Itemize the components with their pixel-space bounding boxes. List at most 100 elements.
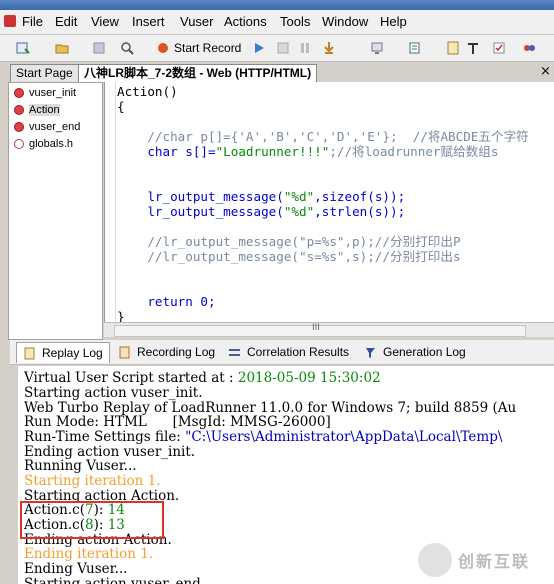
tab-script[interactable]: 八神LR脚本_7-2数组 - Web (HTTP/HTML) — [78, 64, 318, 82]
start-record-button[interactable]: Start Record — [156, 39, 241, 57]
monitor-button[interactable] — [370, 39, 384, 57]
generation-log-icon — [366, 347, 375, 358]
scrollbar-thumb[interactable] — [114, 325, 526, 337]
recording-log-icon — [119, 346, 130, 358]
transaction-icon — [409, 42, 420, 54]
new-script-button[interactable] — [16, 39, 30, 57]
tree-item-label: Action — [29, 104, 60, 116]
checkpoint-icon — [493, 42, 505, 54]
monitor-icon — [371, 42, 383, 54]
tab-recording-log[interactable]: Recording Log — [112, 342, 221, 362]
transaction-button[interactable] — [408, 39, 422, 57]
tab-label: Correlation Results — [247, 345, 350, 359]
tree-item-vuser-end[interactable]: vuser_end — [13, 119, 80, 135]
log-line: Run-Time Settings file: "C:\Users\Admini… — [24, 429, 502, 445]
open-button[interactable] — [55, 39, 69, 57]
menu-view[interactable]: View — [91, 14, 119, 29]
tab-correlation-results[interactable]: Correlation Results — [222, 342, 355, 362]
log-line: Ending iteration 1. — [24, 546, 154, 562]
menu-bar: File Edit View Insert Vuser Actions Tool… — [0, 10, 554, 35]
horizontal-scrollbar[interactable]: III — [104, 322, 554, 337]
close-tab-icon[interactable]: × — [540, 64, 551, 79]
code-string: "%d" — [283, 204, 315, 219]
save-button[interactable] — [92, 39, 106, 57]
tab-replay-log[interactable]: Replay Log — [16, 342, 110, 363]
log-text: Run-Time Settings file: — [24, 429, 186, 445]
menu-tools[interactable]: Tools — [280, 14, 310, 29]
pause-button[interactable] — [298, 39, 312, 57]
record-icon — [158, 43, 168, 53]
compare-icon — [524, 45, 535, 51]
find-button[interactable] — [120, 39, 134, 57]
action-icon — [14, 122, 24, 132]
code-punct: (s)); — [367, 189, 406, 204]
log-line: Starting iteration 1. — [24, 473, 161, 489]
tree-item-vuser-init[interactable]: vuser_init — [13, 85, 76, 101]
code-comment: ;//将loadrunner赋给数组s — [329, 144, 499, 159]
code-string: "%d" — [283, 189, 315, 204]
watermark: 创新互联 — [418, 540, 554, 580]
window-titlebar — [0, 0, 554, 10]
log-line: Virtual User Script started at : 2018-05… — [24, 370, 381, 386]
code-comment: //lr_output_message("p=%s",p);//分别打印出P — [147, 234, 461, 249]
code-comment: //lr_output_message("s=%s",s);//分别打印出s — [147, 249, 461, 264]
code-keyword: return — [147, 294, 193, 309]
menu-insert[interactable]: Insert — [132, 14, 165, 29]
watermark-text: 创新互联 — [458, 552, 531, 571]
log-text: Virtual User Script started at : — [24, 370, 238, 386]
tree-item-label: globals.h — [29, 138, 74, 150]
tab-generation-log[interactable]: Generation Log — [358, 342, 472, 362]
menu-vuser[interactable]: Vuser — [180, 14, 213, 29]
log-line: Run Mode: HTML [MsgId: MMSG-26000] — [24, 414, 331, 430]
parameter-icon — [447, 41, 459, 55]
code-line: Action() — [117, 84, 178, 99]
menu-window[interactable]: Window — [322, 14, 368, 29]
log-path: "C:\Users\Administrator\AppData\Local\Te… — [185, 429, 503, 445]
code-keyword: char s[]= — [147, 144, 216, 159]
menu-edit[interactable]: Edit — [55, 14, 77, 29]
tree-item-label: vuser_end — [29, 121, 81, 133]
editor-gutter — [105, 82, 116, 322]
log-line: Starting action vuser_end. — [24, 576, 206, 584]
run-button[interactable] — [252, 39, 266, 57]
menu-file[interactable]: File — [22, 14, 43, 29]
code-line: { — [117, 99, 125, 114]
code-function: lr_output_message( — [147, 189, 284, 204]
tree-item-globals[interactable]: globals.h — [13, 136, 73, 152]
code-line: } — [117, 309, 125, 322]
code-content: Action() { //char p[]={'A','B','C','D','… — [117, 84, 529, 322]
code-string: "Loadrunner!!!" — [215, 144, 330, 159]
parameter-button[interactable] — [446, 39, 460, 57]
tab-label: Replay Log — [42, 346, 103, 360]
step-button[interactable] — [322, 39, 336, 57]
output-tabs: Replay Log Recording Log Correlation Res… — [10, 340, 554, 365]
tree-item-action[interactable]: Action — [13, 102, 60, 118]
step-icon — [324, 42, 334, 54]
play-icon — [255, 43, 264, 53]
code-punct: 0; — [192, 294, 216, 309]
tab-label: Recording Log — [137, 345, 216, 359]
highlight-box — [20, 501, 164, 539]
compare-button[interactable] — [522, 39, 536, 57]
code-keyword: sizeof — [321, 189, 368, 204]
menu-help[interactable]: Help — [380, 14, 407, 29]
log-line: Ending Vuser... — [24, 561, 128, 577]
app-icon[interactable] — [4, 15, 16, 27]
log-timestamp: 2018-05-09 15:30:02 — [237, 370, 381, 386]
correlation-icon — [229, 348, 240, 356]
scrollbar-grip: III — [312, 323, 320, 333]
checkpoint-button[interactable] — [492, 39, 506, 57]
log-line: Running Vuser... — [24, 458, 137, 474]
document-tabs: Start Page 八神LR脚本_7-2数组 - Web (HTTP/HTML… — [0, 62, 554, 82]
tab-start-page[interactable]: Start Page — [10, 64, 79, 82]
stop-button[interactable] — [276, 39, 290, 57]
code-editor[interactable]: Action() { //char p[]={'A','B','C','D','… — [104, 82, 554, 322]
tree-item-label: vuser_init — [29, 87, 77, 99]
log-line: Starting action vuser_init. — [24, 385, 203, 401]
text-button[interactable] — [466, 39, 480, 57]
new-script-icon — [16, 42, 30, 54]
tab-label: Generation Log — [383, 345, 466, 359]
menu-actions[interactable]: Actions — [224, 14, 267, 29]
watermark-logo-icon — [418, 543, 452, 577]
text-icon — [468, 43, 478, 54]
